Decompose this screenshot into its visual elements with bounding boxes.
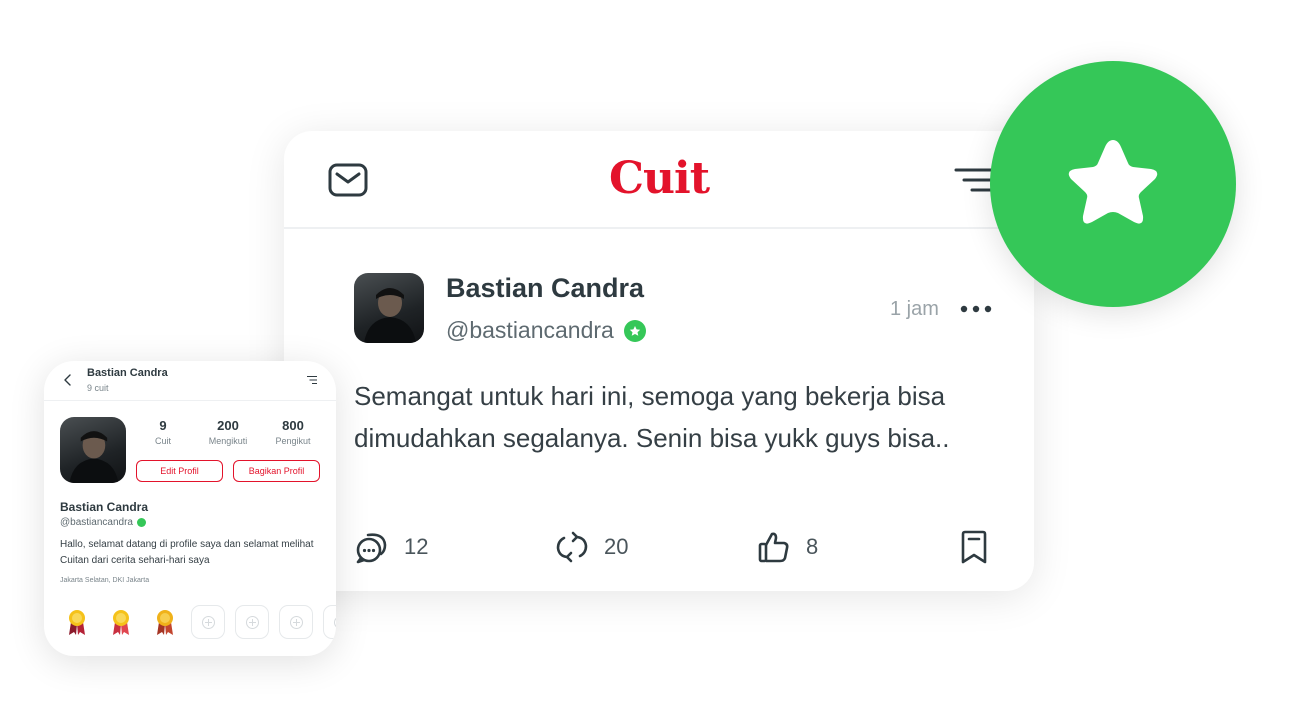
profile-card: Bastian Candra 9 cuit 9 Cuit 200 Mengiku… [44,361,336,656]
profile-handle: @bastiancandra [60,517,133,528]
profile-bio: Hallo, selamat datang di profile saya da… [60,539,314,566]
repost-button[interactable]: 20 [554,529,628,565]
add-icon [202,616,215,629]
comment-count: 12 [404,534,429,559]
avatar-photo [364,288,416,343]
stat-cuit[interactable]: 9 Cuit [133,418,193,446]
empty-achievement-slot[interactable] [279,605,313,639]
profile-name: Bastian Candra [60,500,149,514]
share-profile-button[interactable]: Bagikan Profil [233,460,320,482]
menu-icon[interactable] [954,167,994,193]
profile-header-name: Bastian Candra [87,367,168,379]
repost-icon [556,531,588,563]
verified-icon [136,518,146,527]
edit-profile-button[interactable]: Edit Profil [136,460,223,482]
empty-achievement-slot[interactable] [323,605,336,639]
add-icon [290,616,303,629]
empty-achievement-slot[interactable] [235,605,269,639]
star-icon [1068,140,1158,224]
stat-value: 800 [282,418,304,433]
medal-icon[interactable] [110,608,132,636]
empty-achievement-slot[interactable] [191,605,225,639]
profile-header-count: 9 cuit [87,383,109,393]
verified-icon [623,319,646,342]
stat-label: Pengikut [275,436,311,446]
avatar[interactable] [354,273,424,343]
profile-location: Jakarta Selatan, DKI Jakarta [60,577,150,584]
author-handle[interactable]: @bastiancandra [446,317,614,344]
app-logo: Cuit [608,153,710,204]
post-card: Cuit Bastian Candra @bastiancandra 1 jam [284,131,1034,591]
stage: Cuit Bastian Candra @bastiancandra 1 jam [0,0,1300,714]
menu-icon[interactable] [306,375,318,385]
medal-icon[interactable] [66,608,88,636]
add-icon [246,616,259,629]
comment-icon [356,533,387,564]
stat-value: 200 [217,418,239,433]
bookmark-icon [961,530,987,564]
medal-icon[interactable] [154,608,176,636]
like-count: 8 [806,534,819,559]
stat-label: Cuit [154,436,171,446]
author-name[interactable]: Bastian Candra [446,273,644,304]
profile-handle-row: @bastiancandra [60,517,146,528]
back-icon[interactable] [62,373,74,387]
post-header: Cuit [284,131,1034,229]
profile-header: Bastian Candra 9 cuit [44,361,336,401]
more-icon[interactable] [960,299,992,319]
bookmark-button[interactable] [956,529,992,565]
like-icon [758,532,789,563]
author-handle-row: @bastiancandra [446,317,646,344]
stat-label: Mengikuti [208,436,248,446]
stat-following[interactable]: 200 Mengikuti [198,418,258,446]
favorite-badge[interactable] [990,61,1236,307]
post-text: Semangat untuk hari ini, semoga yang bek… [354,381,950,453]
repost-count: 20 [604,534,629,559]
post-time: 1 jam [890,298,939,320]
avatar[interactable] [60,417,126,483]
comment-button[interactable]: 12 [354,529,428,565]
avatar-photo [69,431,119,483]
like-button[interactable]: 8 [756,529,818,565]
add-icon [334,616,336,629]
stat-value: 9 [159,418,167,433]
stat-followers[interactable]: 800 Pengikut [263,418,323,446]
